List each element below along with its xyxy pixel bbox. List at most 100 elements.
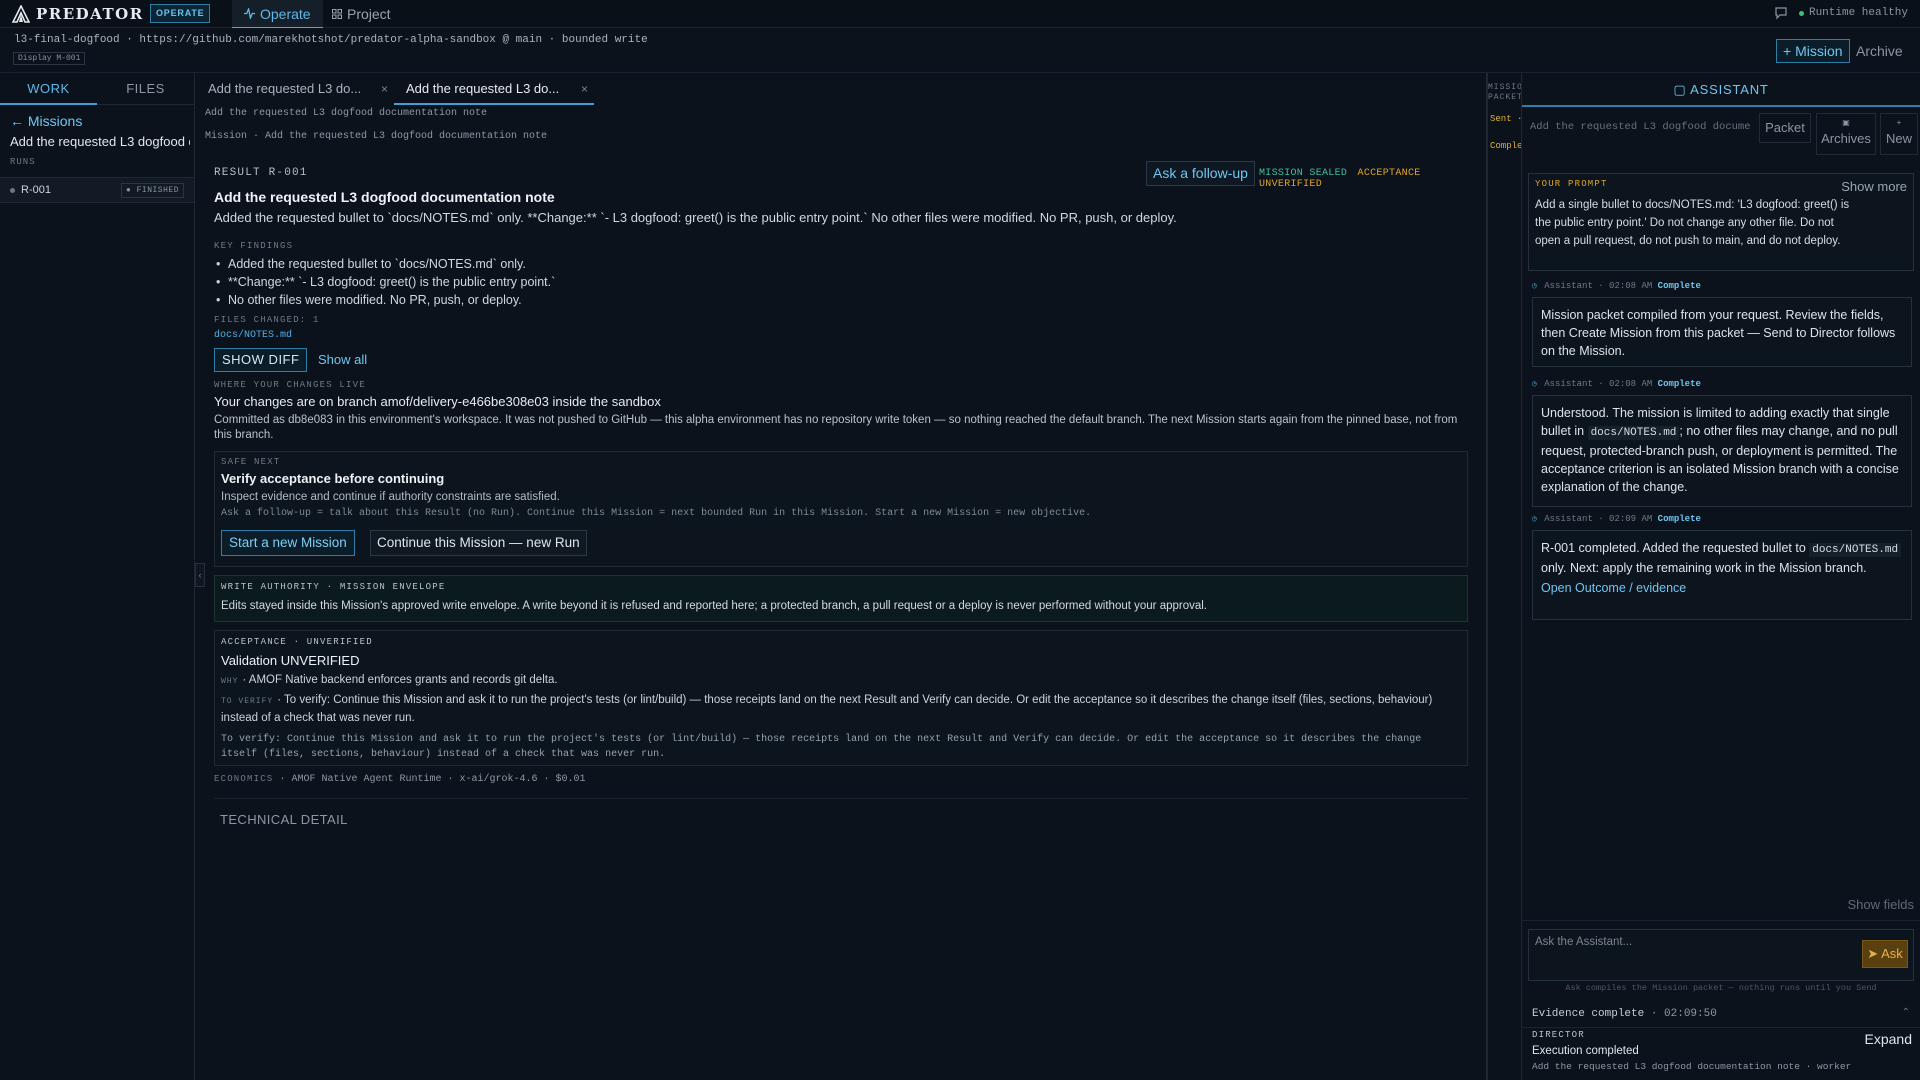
tab-work[interactable]: WORK	[0, 73, 97, 105]
safe-next-title: Verify acceptance before continuing	[221, 471, 445, 486]
why-text: · AMOF Native backend enforces grants an…	[242, 674, 558, 686]
ask-followup-button[interactable]: Ask a follow-up	[1146, 161, 1255, 186]
open-outcome-link[interactable]: Open Outcome / evidence	[1541, 579, 1903, 597]
close-icon[interactable]: ×	[381, 73, 388, 105]
run-status-badge: ● FINISHED	[120, 183, 184, 198]
grid-icon	[332, 9, 342, 19]
display-badge: Display M-001	[13, 52, 86, 65]
packet-complete-status: Complete	[1490, 141, 1521, 151]
new-mission-button[interactable]: + Mission	[1776, 39, 1850, 63]
message-status: Complete	[1657, 514, 1701, 524]
acceptance-detail: To verify: Continue this Mission and ask…	[221, 734, 1422, 760]
safe-next-hint: Ask a follow-up = talk about this Result…	[221, 508, 1092, 519]
message-time: · 02:09 AM	[1598, 514, 1653, 524]
economics-value: · AMOF Native Agent Runtime · x-ai/grok-…	[279, 774, 586, 785]
show-fields-button[interactable]: Show fields	[1848, 897, 1914, 912]
branch-details: Committed as db8e083 in this environment…	[214, 414, 1458, 441]
evidence-label: Evidence complete	[1532, 1008, 1645, 1020]
chevron-left-icon: ‹	[198, 570, 202, 580]
assistant-icon: ◷	[1532, 282, 1537, 291]
chat-icon[interactable]	[1774, 6, 1788, 20]
acceptance-why: WHY · AMOF Native backend enforces grants…	[221, 674, 558, 686]
result-title: Add the requested L3 dogfood documentati…	[214, 189, 555, 205]
result-id: RESULT R-001	[214, 167, 308, 179]
safe-next-subtitle: Inspect evidence and continue if authori…	[221, 491, 560, 503]
expand-button[interactable]: Expand	[1865, 1031, 1912, 1047]
acceptance-title: Validation UNVERIFIED	[221, 653, 360, 668]
sidebar-collapse-handle[interactable]: ‹	[195, 563, 205, 587]
editor-tab-label: Add the requested L3 do...	[406, 81, 560, 96]
message-time: · 02:08 AM	[1598, 379, 1653, 389]
message-meta: ◷ Assistant · 02:08 AM Complete	[1532, 379, 1701, 389]
director-label: DIRECTOR	[1532, 1030, 1585, 1040]
tab-files[interactable]: FILES	[97, 73, 194, 105]
chat-icon: ▢	[1673, 82, 1687, 97]
director-status: Execution completed	[1532, 1045, 1639, 1057]
close-icon[interactable]: ×	[581, 73, 588, 105]
breadcrumb-title: Add the requested L3 dogfood documentati…	[205, 108, 488, 119]
files-changed-label: FILES CHANGED: 1	[214, 315, 320, 325]
changed-file-link[interactable]: docs/NOTES.md	[214, 330, 292, 341]
acceptance-card: ACCEPTANCE · UNVERIFIED Validation UNVER…	[214, 630, 1468, 766]
status-dot-icon	[1798, 10, 1804, 16]
editor-tab[interactable]: Add the requested L3 do... ×	[196, 73, 394, 105]
message-meta: ◷ Assistant · 02:08 AM Complete	[1532, 281, 1701, 291]
top-bar: PREDATOR v3 OPERATE Operate Project Runt…	[0, 0, 1920, 28]
archives-button[interactable]: ▣ Archives	[1816, 113, 1876, 155]
runs-label: RUNS	[10, 157, 36, 167]
branch-info: Your changes are on branch amof/delivery…	[214, 394, 661, 409]
ask-button-label: Ask	[1881, 946, 1903, 961]
key-findings-list: Added the requested bullet to `docs/NOTE…	[214, 255, 555, 309]
missions-back-link[interactable]: ← Missions	[10, 113, 82, 129]
nav-operate[interactable]: Operate	[232, 0, 323, 28]
archive-button[interactable]: Archive	[1856, 40, 1903, 62]
mission-name[interactable]: Add the requested L3 dogfood documentati…	[10, 134, 190, 149]
prompt-text: Add a single bullet to docs/NOTES.md: 'L…	[1535, 199, 1850, 247]
assistant-message: R-001 completed. Added the requested bul…	[1532, 530, 1912, 620]
show-all-link[interactable]: Show all	[318, 352, 367, 367]
start-new-mission-button[interactable]: Start a new Mission	[221, 530, 355, 556]
run-status-text: FINISHED	[136, 186, 179, 195]
continue-mission-button[interactable]: Continue this Mission — new Run	[370, 530, 587, 556]
write-authority-label: WRITE AUTHORITY · MISSION ENVELOPE	[221, 582, 446, 592]
run-row[interactable]: R-001 ● FINISHED	[0, 177, 194, 203]
your-prompt-label: YOUR PROMPT	[1535, 179, 1608, 189]
logo[interactable]: PREDATOR v3	[12, 5, 160, 23]
show-diff-button[interactable]: SHOW DIFF	[214, 348, 308, 372]
assistant-header[interactable]: ▢ ASSISTANT	[1522, 73, 1920, 107]
repo-line: l3-final-dogfood · https://github.com/ma…	[14, 34, 648, 46]
evidence-status: Evidence complete · 02:09:50	[1532, 1008, 1717, 1020]
editor-tab-active[interactable]: Add the requested L3 do... ×	[394, 73, 594, 105]
run-id: R-001	[21, 184, 51, 196]
nav-operate-label: Operate	[260, 5, 311, 22]
packet-sent-status: Sent · 0	[1490, 114, 1521, 124]
assistant-icon: ◷	[1532, 380, 1537, 389]
run-status-dot-icon	[10, 188, 15, 193]
safe-next-label: SAFE NEXT	[221, 457, 281, 467]
assistant-title: ASSISTANT	[1690, 82, 1769, 97]
assistant-message: Understood. The mission is limited to ad…	[1532, 395, 1912, 507]
mode-badge: OPERATE	[150, 4, 211, 23]
list-item: Added the requested bullet to `docs/NOTE…	[214, 255, 555, 273]
acceptance-to-verify: TO VERIFY · To verify: Continue this Miss…	[221, 692, 1461, 727]
message-time: · 02:08 AM	[1598, 281, 1653, 291]
sidebar: WORK FILES ← Missions Add the requested …	[0, 73, 195, 1080]
assistant-panel: ▢ ASSISTANT Add the requested L3 dogfood…	[1521, 73, 1920, 1080]
chevron-up-icon[interactable]: ⌃	[1902, 1007, 1910, 1018]
acceptance-label: ACCEPTANCE · UNVERIFIED	[221, 637, 373, 647]
assistant-message: Mission packet compiled from your reques…	[1532, 297, 1912, 367]
runtime-status-label: Runtime healthy	[1808, 7, 1908, 19]
nav-project[interactable]: Project	[320, 0, 403, 28]
where-changes-live-label: WHERE YOUR CHANGES LIVE	[214, 380, 366, 390]
ask-hint: Ask compiles the Mission packet — nothin…	[1565, 983, 1877, 993]
new-chat-button[interactable]: + New	[1880, 113, 1918, 155]
show-more-button[interactable]: Show more	[1841, 179, 1907, 194]
technical-detail-toggle[interactable]: TECHNICAL DETAIL	[220, 812, 348, 827]
packet-button[interactable]: Packet	[1759, 113, 1811, 143]
ask-button[interactable]: ➤ Ask	[1862, 940, 1908, 968]
message-status: Complete	[1657, 379, 1701, 389]
message-text: only. Next: apply the remaining work in …	[1541, 561, 1867, 575]
message-text: R-001 completed. Added the requested bul…	[1541, 541, 1806, 555]
assistant-subtitle: Add the requested L3 dogfood documentati…	[1530, 121, 1750, 133]
ask-input[interactable]	[1535, 936, 1835, 948]
